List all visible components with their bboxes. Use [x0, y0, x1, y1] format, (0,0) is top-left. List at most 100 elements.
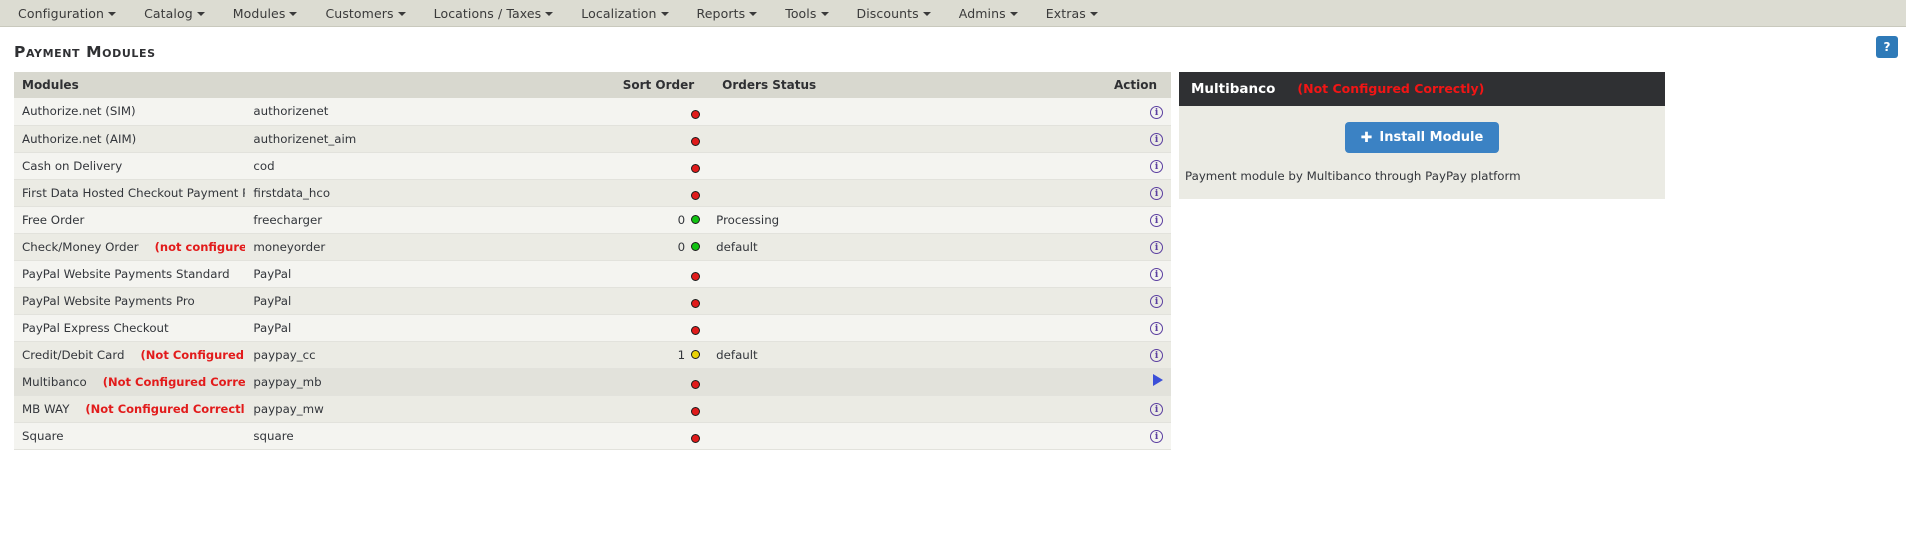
cell-sort-order: [477, 179, 708, 206]
table-row[interactable]: First Data Hosted Checkout Payment Pages…: [14, 179, 1171, 206]
table-row[interactable]: MB WAY (Not Configured Correctly) paypay_m…: [14, 395, 1171, 422]
info-icon[interactable]: i: [1150, 295, 1163, 309]
cell-orders-status: [708, 125, 939, 152]
cell-module-name[interactable]: Credit/Debit Card (Not Configured Correct…: [14, 341, 245, 368]
info-icon[interactable]: i: [1150, 160, 1163, 174]
module-name-label: Square: [22, 428, 64, 443]
menu-item-catalog[interactable]: Catalog: [144, 2, 223, 25]
cell-module-name[interactable]: MB WAY (Not Configured Correctly): [14, 395, 245, 422]
menu-item-localization[interactable]: Localization: [581, 2, 686, 25]
info-icon[interactable]: i: [1150, 403, 1163, 417]
install-module-button[interactable]: ✚ Install Module: [1344, 122, 1500, 153]
module-warning-note: (Not Configured Correctly): [85, 401, 246, 416]
table-row[interactable]: PayPal Website Payments Standard PayPal i: [14, 260, 1171, 287]
module-name-wrapper: Authorize.net (SIM): [22, 104, 136, 118]
cell-orders-status: [708, 152, 939, 179]
chevron-down-icon: [1089, 12, 1098, 16]
module-name-wrapper: PayPal Website Payments Pro: [22, 294, 195, 308]
info-icon[interactable]: i: [1150, 187, 1163, 201]
cell-module-name[interactable]: Check/Money Order (not configured - needs…: [14, 233, 245, 260]
cell-module-name[interactable]: PayPal Website Payments Pro: [14, 287, 245, 314]
cell-orders-status: default: [716, 347, 758, 362]
cell-action: i: [940, 179, 1171, 206]
cell-module-name[interactable]: Authorize.net (SIM): [14, 98, 245, 125]
cell-action: i: [940, 341, 1171, 368]
info-icon[interactable]: i: [1150, 349, 1163, 363]
status-dot-red[interactable]: [691, 137, 701, 147]
status-dot-red[interactable]: [691, 272, 701, 282]
table-row[interactable]: Authorize.net (AIM) authorizenet_aim i: [14, 125, 1171, 152]
cell-module-name[interactable]: Multibanco (Not Configured Correctly): [14, 368, 245, 395]
help-button[interactable]: ?: [1876, 36, 1898, 58]
menu-item-modules[interactable]: Modules: [233, 2, 316, 25]
menu-item-admins[interactable]: Admins: [959, 2, 1036, 25]
menu-item-locations-taxes[interactable]: Locations / Taxes: [434, 2, 572, 25]
table-row[interactable]: Check/Money Order (not configured - needs…: [14, 233, 1171, 260]
cell-module-name[interactable]: PayPal Website Payments Standard: [14, 260, 245, 287]
cell-sort-order: [477, 152, 708, 179]
column-header-action[interactable]: Action: [939, 72, 1171, 98]
module-name-label: Free Order: [22, 212, 85, 227]
menu-item-extras[interactable]: Extras: [1046, 2, 1116, 25]
info-icon[interactable]: i: [1150, 133, 1163, 147]
module-name-wrapper: Credit/Debit Card (Not Configured Correct…: [22, 348, 245, 362]
table-row[interactable]: Credit/Debit Card (Not Configured Correct…: [14, 341, 1171, 368]
cell-module-code: square: [253, 428, 294, 443]
cell-module-name[interactable]: PayPal Express Checkout: [14, 314, 245, 341]
status-dot-red[interactable]: [691, 191, 701, 201]
column-header-modules[interactable]: Modules: [14, 72, 477, 98]
info-icon[interactable]: i: [1150, 214, 1163, 228]
info-icon[interactable]: i: [1150, 430, 1163, 444]
module-name-label: Cash on Delivery: [22, 158, 123, 173]
cell-module-name[interactable]: Square: [14, 422, 245, 449]
status-dot-red[interactable]: [691, 434, 701, 444]
table-row[interactable]: Authorize.net (SIM) authorizenet i: [14, 98, 1171, 125]
table-row[interactable]: PayPal Website Payments Pro PayPal i: [14, 287, 1171, 314]
table-row[interactable]: Multibanco (Not Configured Correctly) payp…: [14, 368, 1171, 395]
table-row[interactable]: Free Order freecharger 0 Processing i: [14, 206, 1171, 233]
info-icon[interactable]: i: [1150, 241, 1163, 255]
status-dot-red[interactable]: [691, 407, 701, 417]
info-icon[interactable]: i: [1150, 322, 1163, 336]
cell-module-name[interactable]: Free Order: [14, 206, 245, 233]
cell-module-name[interactable]: Authorize.net (AIM): [14, 125, 245, 152]
cell-sort-order: [477, 395, 708, 422]
cell-module-code: paypay_mb: [253, 374, 322, 389]
info-icon[interactable]: i: [1150, 268, 1163, 282]
menu-item-configuration[interactable]: Configuration: [18, 2, 134, 25]
status-dot-red[interactable]: [691, 164, 701, 174]
module-name-wrapper: Multibanco (Not Configured Correctly): [22, 375, 245, 389]
cell-action: i: [940, 287, 1171, 314]
status-dot-red[interactable]: [691, 326, 701, 336]
play-icon[interactable]: [1153, 374, 1163, 386]
status-dot-red[interactable]: [691, 380, 701, 390]
sort-order-wrapper: [485, 272, 701, 282]
module-name-label: Authorize.net (AIM): [22, 131, 137, 146]
menu-item-label: Reports: [696, 5, 746, 21]
status-dot-red[interactable]: [691, 299, 701, 309]
chevron-down-icon: [749, 12, 758, 16]
table-header: Modules Sort Order Orders Status Action: [14, 72, 1171, 98]
column-header-sort-order[interactable]: Sort Order: [476, 72, 709, 98]
cell-sort-order: [477, 260, 708, 287]
menu-item-customers[interactable]: Customers: [325, 2, 423, 25]
status-dot-green[interactable]: [691, 215, 701, 224]
table-row[interactable]: Cash on Delivery cod i: [14, 152, 1171, 179]
sort-order-value: 0: [677, 239, 686, 254]
column-header-orders-status[interactable]: Orders Status: [708, 72, 940, 98]
status-dot-yellow[interactable]: [691, 350, 701, 359]
plus-icon: ✚: [1360, 129, 1373, 146]
menu-item-reports[interactable]: Reports: [697, 2, 776, 25]
menu-item-tools[interactable]: Tools: [785, 2, 846, 25]
info-icon[interactable]: i: [1150, 105, 1163, 119]
cell-module-name[interactable]: Cash on Delivery: [14, 152, 245, 179]
menu-item-discounts[interactable]: Discounts: [857, 2, 949, 25]
panel-body: ✚ Install Module Payment module by Multi…: [1179, 106, 1665, 199]
table-row[interactable]: Square square i: [14, 422, 1171, 449]
cell-module-name[interactable]: First Data Hosted Checkout Payment Pages: [14, 179, 245, 206]
status-dot-red[interactable]: [691, 110, 701, 119]
status-dot-green[interactable]: [691, 242, 701, 251]
install-module-label: Install Module: [1379, 130, 1484, 145]
cell-sort-order: 0: [477, 233, 708, 260]
table-row[interactable]: PayPal Express Checkout PayPal i: [14, 314, 1171, 341]
